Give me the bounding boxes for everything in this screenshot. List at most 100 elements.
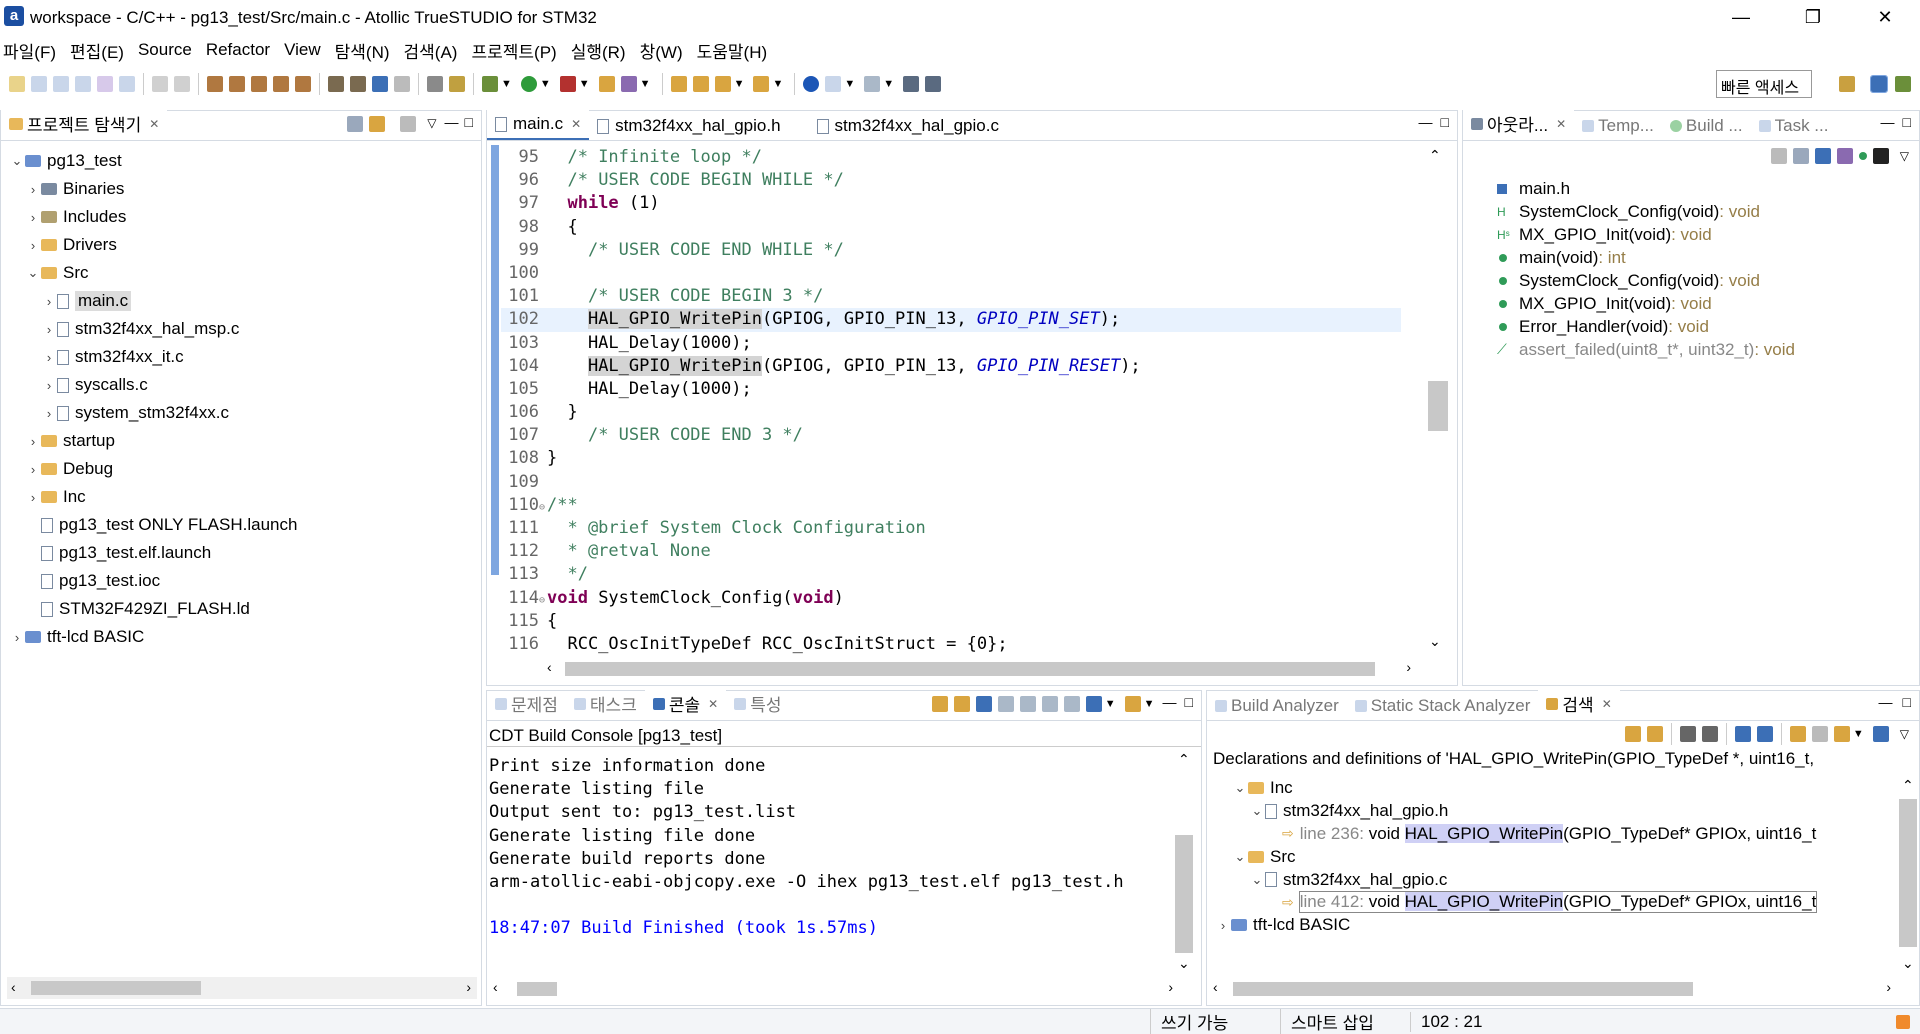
maximize-icon[interactable]: □ [465, 114, 473, 130]
mark-occurrences-icon[interactable] [670, 76, 687, 92]
restore-button[interactable]: ❐ [1788, 4, 1838, 30]
collapse-arrow-icon[interactable]: › [25, 238, 41, 253]
menu-view[interactable]: View [281, 38, 324, 62]
terminal-icon[interactable] [372, 76, 388, 92]
chevron-down-icon[interactable]: ▼ [1853, 728, 1864, 740]
outline-item[interactable]: SystemClock_Config(void) : void [1493, 269, 1919, 292]
rebuild-icon[interactable] [251, 76, 267, 92]
layout-icon[interactable] [864, 76, 881, 92]
clear-console-icon[interactable] [997, 696, 1014, 712]
forward-icon[interactable] [753, 76, 770, 92]
scroll-left-icon[interactable]: ‹ [1213, 979, 1218, 995]
search-tool-icon[interactable] [620, 76, 637, 92]
tree-item[interactable]: › Drivers [1, 231, 481, 259]
scroll-thumb[interactable] [517, 982, 557, 996]
search-result-item[interactable]: ⇨ line 236: void HAL_GPIO_WritePin(GPIO_T… [1207, 823, 1893, 846]
chevron-down-icon[interactable]: ▼ [501, 78, 512, 90]
minimize-icon[interactable]: — [1419, 114, 1433, 130]
save-icon[interactable] [152, 76, 168, 92]
build-icon[interactable] [207, 76, 223, 92]
outline-item[interactable]: H SystemClock_Config(void) : void [1493, 200, 1919, 223]
menu-file[interactable]: 파일(F) [0, 36, 59, 65]
external-tools-icon[interactable] [559, 76, 576, 92]
search-result-item[interactable]: ⇨ line 412: void HAL_GPIO_WritePin(GPIO_T… [1207, 891, 1893, 914]
maximize-icon[interactable]: □ [1441, 114, 1449, 130]
scroll-thumb[interactable] [1428, 381, 1448, 431]
link-editor-icon[interactable] [369, 116, 386, 132]
tree-item[interactable]: › stm32f4xx_it.c [1, 343, 481, 371]
display-console-icon[interactable] [1085, 696, 1102, 712]
editor-hscrollbar[interactable]: ‹ › [547, 659, 1411, 679]
pin-console-icon[interactable] [1063, 696, 1080, 712]
tree-item[interactable]: pg13_test ONLY FLASH.launch [1, 511, 481, 539]
chevron-down-icon[interactable]: ▼ [540, 78, 551, 90]
prev-edit-icon[interactable] [714, 76, 731, 92]
sort-icon[interactable] [1770, 148, 1787, 164]
tab-tasks[interactable]: 태스크 [566, 687, 645, 720]
scroll-lock-icon[interactable] [975, 696, 992, 712]
view-menu-icon[interactable]: ▽ [1900, 149, 1909, 163]
window-icon[interactable] [825, 76, 842, 92]
debug-perspective-icon[interactable] [1895, 76, 1911, 92]
tree-item[interactable]: › main.c [1, 287, 481, 315]
fold-marker-icon[interactable]: ⊖ [539, 496, 547, 519]
word-wrap-icon[interactable] [1041, 696, 1058, 712]
tab-static-stack-analyzer[interactable]: Static Stack Analyzer [1347, 692, 1539, 720]
next-match-icon[interactable] [1624, 726, 1641, 742]
console-output[interactable]: Print size information done Generate list… [489, 755, 1157, 971]
debug-config-icon[interactable] [328, 76, 344, 92]
code-area[interactable]: 95 /* Infinite loop */96 /* USER CODE BE… [501, 146, 1401, 656]
scroll-down-icon[interactable]: ⌄ [1429, 633, 1441, 650]
cancel-search-icon[interactable] [1811, 726, 1828, 742]
tab-main-c[interactable]: main.c ✕ [487, 110, 590, 140]
minimize-icon[interactable]: — [1879, 694, 1893, 710]
tab-hal-gpio-c[interactable]: stm32f4xx_hal_gpio.c [809, 112, 1007, 140]
scroll-down-icon[interactable]: ⌄ [1902, 955, 1914, 972]
maximize-icon[interactable]: □ [1903, 694, 1911, 710]
tab-outline[interactable]: 아웃라... ✕ [1463, 107, 1575, 140]
build-target-icon[interactable] [295, 76, 311, 92]
disconnect-icon[interactable] [394, 76, 410, 92]
collapse-arrow-icon[interactable]: › [41, 378, 57, 393]
menu-window[interactable]: 창(W) [637, 36, 686, 65]
scroll-thumb[interactable] [1233, 982, 1693, 996]
fold-marker-icon[interactable]: ⊖ [539, 589, 547, 612]
tab-build-targets[interactable]: Build ... [1662, 112, 1751, 140]
collapse-arrow-icon[interactable]: › [1215, 918, 1231, 933]
tree-item[interactable]: › stm32f4xx_hal_msp.c [1, 315, 481, 343]
rss-icon[interactable] [1896, 1014, 1910, 1029]
tab-build-analyzer[interactable]: Build Analyzer [1207, 692, 1347, 720]
menu-search[interactable]: 검색(A) [401, 36, 461, 65]
chevron-down-icon[interactable]: ▼ [734, 78, 745, 90]
outline-item[interactable]: Error_Handler(void) : void [1493, 315, 1919, 338]
hide-macros-icon[interactable] [1872, 148, 1889, 164]
scroll-up-icon[interactable]: ⌃ [1429, 147, 1441, 164]
remove-match-icon[interactable] [1679, 726, 1696, 742]
scroll-right-icon[interactable]: › [1406, 659, 1411, 675]
close-icon[interactable]: ✕ [1602, 697, 1612, 711]
scroll-right-icon[interactable]: › [466, 979, 471, 995]
menu-project[interactable]: 프로젝트(P) [468, 36, 559, 65]
scroll-thumb[interactable] [565, 662, 1375, 676]
collapse-arrow-icon[interactable]: › [25, 434, 41, 449]
menu-refactor[interactable]: Refactor [203, 38, 273, 62]
close-button[interactable]: ✕ [1860, 4, 1910, 30]
collapse-arrow-icon[interactable]: › [25, 462, 41, 477]
cpp-perspective-icon[interactable] [1870, 75, 1888, 93]
pin-search-icon[interactable] [1872, 726, 1889, 742]
expand-arrow-icon[interactable]: ⌄ [1249, 803, 1265, 819]
tab-project-explorer[interactable]: 프로젝트 탐색기 ✕ [1, 107, 168, 140]
editor-vscrollbar[interactable]: ⌃ ⌄ [1417, 145, 1453, 655]
new-folder-icon[interactable] [97, 76, 113, 92]
new-header-icon[interactable] [53, 76, 69, 92]
menu-navigate[interactable]: 탐색(N) [332, 36, 393, 65]
search-result-item[interactable]: ⌄ Src [1207, 845, 1893, 868]
prev-match-icon[interactable] [1646, 726, 1663, 742]
tab-tasks[interactable]: Task ... [1751, 112, 1837, 140]
maximize-view-icon[interactable] [903, 76, 920, 92]
remove-all-icon[interactable] [1701, 726, 1718, 742]
collapse-all-icon[interactable] [1756, 726, 1773, 742]
collapse-arrow-icon[interactable]: › [25, 210, 41, 225]
minimize-icon[interactable]: — [445, 114, 459, 130]
minimize-icon[interactable]: — [1881, 114, 1895, 130]
